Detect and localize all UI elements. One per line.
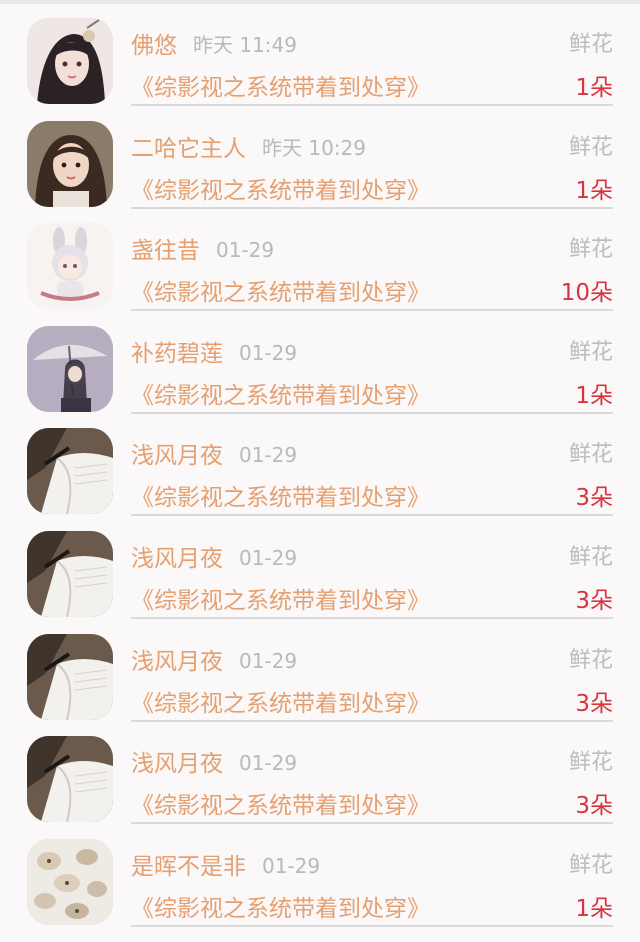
open-book-avatar[interactable]	[27, 633, 113, 720]
girl-photo-avatar[interactable]	[27, 120, 113, 207]
anime-girl-avatar[interactable]	[27, 18, 113, 104]
sender-name[interactable]: 浅风月夜 01-29	[131, 642, 297, 676]
gift-count: 1朵	[575, 75, 613, 101]
sender-name[interactable]: 补药碧莲 01-29	[131, 334, 297, 368]
cats-pattern-avatar[interactable]	[27, 838, 113, 925]
gift-type: 鲜花	[568, 544, 613, 570]
row-divider	[131, 924, 613, 927]
list-item[interactable]: 盏往昔 01-29 鲜花 《综影视之系统带着到处穿》 10朵	[0, 209, 640, 312]
sender-name[interactable]: 盏往昔 01-29	[131, 231, 274, 265]
umbrella-girl-avatar[interactable]	[27, 325, 113, 412]
open-book-avatar[interactable]	[27, 530, 113, 617]
send-time: 01-29	[239, 648, 298, 673]
book-title[interactable]: 《综影视之系统带着到处穿》	[131, 68, 430, 102]
send-time: 01-29	[239, 443, 298, 468]
gift-type: 鲜花	[568, 852, 613, 878]
list-item[interactable]: 浅风月夜 01-29 鲜花 《综影视之系统带着到处穿》 3朵	[0, 722, 640, 825]
list-item[interactable]: 二哈它主人 昨天 10:29 鲜花 《综影视之系统带着到处穿》 1朵	[0, 107, 640, 210]
open-book-avatar[interactable]	[27, 428, 113, 515]
send-time: 昨天 10:29	[262, 135, 366, 160]
gift-count: 1朵	[575, 177, 613, 204]
book-title[interactable]: 《综影视之系统带着到处穿》	[131, 273, 430, 307]
gift-type: 鲜花	[568, 237, 613, 263]
list-item[interactable]: 浅风月夜 01-29 鲜花 《综影视之系统带着到处穿》 3朵	[0, 620, 640, 723]
list-item[interactable]: 是晖不是非 01-29 鲜花 《综影视之系统带着到处穿》 1朵	[0, 825, 640, 928]
send-time: 昨天 11:49	[193, 33, 297, 57]
book-title[interactable]: 《综影视之系统带着到处穿》	[131, 889, 430, 923]
send-time: 01-29	[262, 853, 321, 878]
book-title[interactable]: 《综影视之系统带着到处穿》	[131, 581, 430, 615]
book-title[interactable]: 《综影视之系统带着到处穿》	[131, 478, 430, 512]
book-title[interactable]: 《综影视之系统带着到处穿》	[131, 786, 430, 820]
send-time: 01-29	[239, 751, 298, 776]
book-title[interactable]: 《综影视之系统带着到处穿》	[131, 171, 430, 205]
list-item[interactable]: 浅风月夜 01-29 鲜花 《综影视之系统带着到处穿》 3朵	[0, 517, 640, 620]
open-book-avatar[interactable]	[27, 736, 113, 823]
sender-name[interactable]: 浅风月夜 01-29	[131, 436, 297, 470]
sender-name[interactable]: 浅风月夜 01-29	[131, 539, 297, 573]
gift-count: 3朵	[575, 587, 613, 614]
sender-name[interactable]: 浅风月夜 01-29	[131, 744, 297, 778]
gift-count: 3朵	[575, 793, 613, 820]
gift-count: 3朵	[575, 485, 613, 512]
send-time: 01-29	[216, 238, 275, 263]
gift-count: 10朵	[560, 280, 613, 307]
list-item[interactable]: 补药碧莲 01-29 鲜花 《综影视之系统带着到处穿》 1朵	[0, 312, 640, 415]
gift-type: 鲜花	[568, 134, 613, 160]
sender-name[interactable]: 佛悠 昨天 11:49	[131, 26, 297, 60]
book-title[interactable]: 《综影视之系统带着到处穿》	[131, 376, 430, 410]
sender-name[interactable]: 二哈它主人 昨天 10:29	[131, 129, 366, 163]
chibi-bunny-avatar[interactable]	[27, 223, 113, 310]
sender-name[interactable]: 是晖不是非 01-29	[131, 847, 320, 881]
gift-type: 鲜花	[568, 32, 613, 57]
gift-type: 鲜花	[568, 442, 613, 468]
gift-type: 鲜花	[568, 647, 613, 673]
gift-type: 鲜花	[568, 339, 613, 365]
gift-record-list: 佛悠 昨天 11:49 鲜花 《综影视之系统带着到处穿》 1朵 二哈它主人 昨天 1…	[0, 4, 640, 927]
send-time: 01-29	[239, 545, 298, 570]
gift-count: 1朵	[575, 382, 613, 409]
gift-type: 鲜花	[568, 750, 613, 776]
list-item[interactable]: 浅风月夜 01-29 鲜花 《综影视之系统带着到处穿》 3朵	[0, 414, 640, 517]
gift-count: 3朵	[575, 690, 613, 717]
send-time: 01-29	[239, 340, 298, 365]
gift-count: 1朵	[575, 895, 613, 922]
list-item[interactable]: 佛悠 昨天 11:49 鲜花 《综影视之系统带着到处穿》 1朵	[0, 4, 640, 107]
book-title[interactable]: 《综影视之系统带着到处穿》	[131, 684, 430, 718]
